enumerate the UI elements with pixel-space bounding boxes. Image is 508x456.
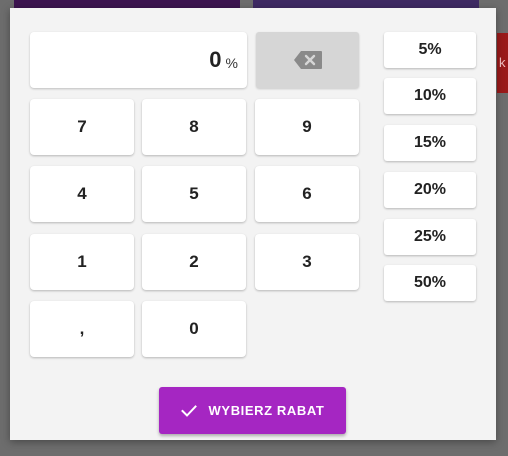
background-tile-left [14,0,240,8]
key-comma[interactable]: , [30,301,134,357]
key-7[interactable]: 7 [30,99,134,155]
key-4[interactable]: 4 [30,166,134,222]
key-9[interactable]: 9 [255,99,359,155]
backspace-button[interactable] [256,32,359,88]
preset-25-percent[interactable]: 25% [384,219,476,255]
key-1[interactable]: 1 [30,234,134,290]
key-5[interactable]: 5 [142,166,246,222]
select-discount-label: WYBIERZ RABAT [208,403,325,418]
discount-dialog: 0 % 7 8 9 4 5 6 1 2 3 , 0 5% 10% 15% 20%… [10,8,496,440]
background-tile-side: k [497,33,508,93]
discount-display: 0 % [30,32,247,88]
key-6[interactable]: 6 [255,166,359,222]
discount-value: 0 [209,47,222,72]
key-2[interactable]: 2 [142,234,246,290]
check-icon [180,404,197,417]
preset-20-percent[interactable]: 20% [384,172,476,208]
preset-15-percent[interactable]: 15% [384,125,476,161]
preset-50-percent[interactable]: 50% [384,265,476,301]
key-3[interactable]: 3 [255,234,359,290]
backspace-icon [293,51,322,69]
key-8[interactable]: 8 [142,99,246,155]
discount-unit: % [225,55,238,71]
key-0[interactable]: 0 [142,301,246,357]
select-discount-button[interactable]: WYBIERZ RABAT [159,387,346,434]
preset-10-percent[interactable]: 10% [384,78,476,114]
background-tile-right [253,0,479,8]
preset-5-percent[interactable]: 5% [384,32,476,68]
